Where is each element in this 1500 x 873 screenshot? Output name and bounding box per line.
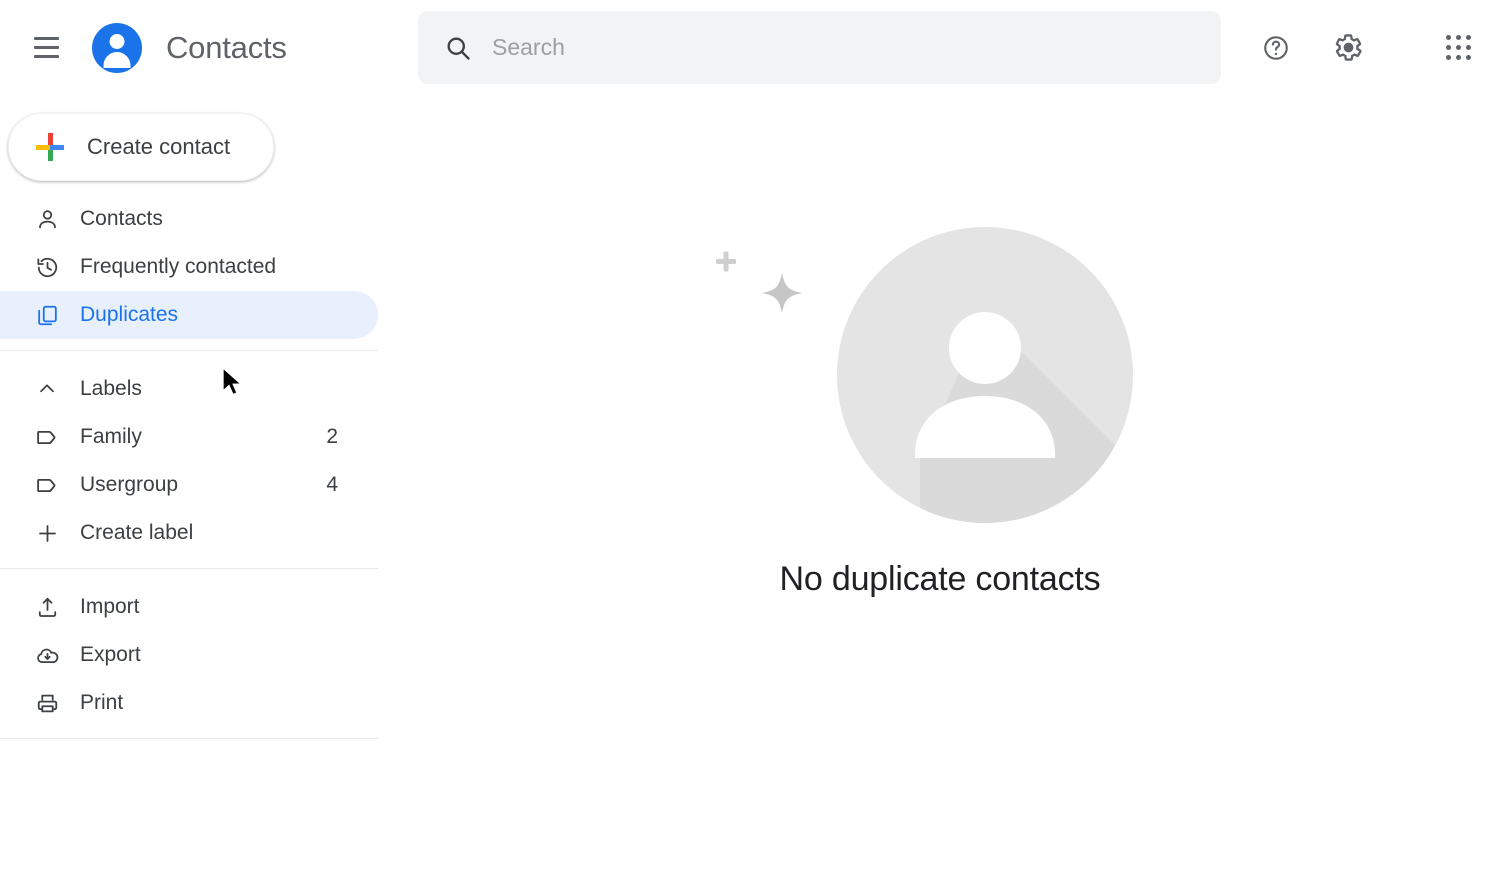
sparkle-decoration: [762, 273, 802, 313]
upload-icon: [34, 594, 60, 620]
sidebar-divider-middle: [0, 568, 378, 569]
person-icon: [34, 206, 60, 232]
grid-dot: [1465, 55, 1471, 60]
grid-dot: [1465, 35, 1471, 40]
page-title: Contacts: [166, 29, 287, 65]
grid-dot: [1445, 45, 1451, 50]
search-bar[interactable]: [418, 11, 1221, 84]
sidebar-label-name: Family: [80, 425, 142, 448]
create-contact-label: Create contact: [87, 134, 231, 159]
labels-nav: Labels Family 2 Usergroup 4 Create label: [0, 365, 380, 557]
hamburger-line: [33, 37, 59, 40]
sidebar-item-print[interactable]: Print: [0, 679, 378, 727]
printer-icon: [34, 690, 60, 716]
history-icon: [34, 254, 60, 280]
sidebar-item-frequently-contacted[interactable]: Frequently contacted: [0, 243, 378, 291]
grid-dot: [1465, 45, 1471, 50]
sidebar-item-contacts[interactable]: Contacts: [0, 195, 378, 243]
sidebar-item-create-label[interactable]: Create label: [0, 509, 378, 557]
grid-dot: [1445, 55, 1451, 60]
settings-gear-icon[interactable]: [1324, 24, 1372, 72]
app-header: Contacts: [0, 0, 1500, 95]
empty-state-message: No duplicate contacts: [779, 560, 1101, 598]
contacts-app-window: Contacts Search Create contact Contacts …: [0, 0, 1500, 873]
hamburger-menu-icon[interactable]: [22, 24, 70, 72]
sidebar-item-label: Export: [80, 643, 141, 666]
create-label-text: Create label: [80, 521, 194, 544]
sidebar-item-import[interactable]: Import: [0, 583, 378, 631]
grid-dot: [1455, 55, 1461, 60]
sidebar-divider-bottom: [0, 738, 378, 739]
empty-state: No duplicate contacts: [690, 205, 1190, 625]
grid-dot: [1445, 35, 1451, 40]
header-actions: [1252, 0, 1482, 95]
plus-right-segment: [50, 145, 64, 150]
sidebar-item-label: Duplicates: [80, 303, 179, 326]
sidebar-label-count: 2: [326, 425, 338, 448]
search-input[interactable]: [492, 34, 1201, 61]
brand-logo-group[interactable]: Contacts: [92, 22, 287, 73]
sidebar-label-family[interactable]: Family 2: [0, 413, 378, 461]
sidebar-label-name: Usergroup: [80, 473, 179, 496]
sidebar-item-export[interactable]: Export: [0, 631, 378, 679]
empty-contact-avatar-illustration: [716, 227, 1133, 523]
sidebar-item-duplicates[interactable]: Duplicates: [0, 291, 378, 339]
labels-section-label: Labels: [80, 377, 142, 400]
grid-dot: [1455, 45, 1461, 50]
sidebar-divider-top: [0, 350, 378, 351]
hamburger-line: [33, 46, 59, 49]
primary-nav: Contacts Frequently contacted Duplicates: [0, 195, 380, 339]
chevron-up-icon: [34, 376, 60, 402]
duplicate-copy-icon: [34, 302, 60, 328]
label-tag-icon: [34, 424, 60, 450]
main-content: No duplicate contacts: [380, 95, 1500, 873]
create-contact-button[interactable]: Create contact: [8, 113, 274, 181]
sidebar-label-usergroup[interactable]: Usergroup 4: [0, 461, 378, 509]
tools-nav: Import Export Print: [0, 583, 380, 727]
plus-icon: [34, 520, 60, 546]
sidebar-label-count: 4: [326, 473, 338, 496]
search-icon: [444, 34, 472, 62]
google-apps-grid-icon[interactable]: [1434, 24, 1482, 72]
plus-left-segment: [36, 145, 50, 150]
sidebar-item-label: Contacts: [80, 207, 163, 230]
cloud-download-icon: [34, 642, 60, 668]
help-icon[interactable]: [1252, 24, 1300, 72]
grid-dot: [1455, 35, 1461, 40]
sidebar-item-label: Import: [80, 595, 140, 618]
sidebar-item-label: Print: [80, 691, 124, 714]
sidebar: Create contact Contacts Frequently conta…: [0, 95, 380, 873]
label-tag-icon: [34, 472, 60, 498]
plus-decoration-small: [716, 251, 736, 272]
google-plus-icon: [35, 132, 65, 162]
avatar-head: [949, 312, 1021, 384]
sidebar-item-label: Frequently contacted: [80, 255, 277, 278]
labels-section-header[interactable]: Labels: [0, 365, 378, 413]
hamburger-line: [33, 55, 59, 58]
contacts-avatar-logo: [92, 22, 142, 73]
